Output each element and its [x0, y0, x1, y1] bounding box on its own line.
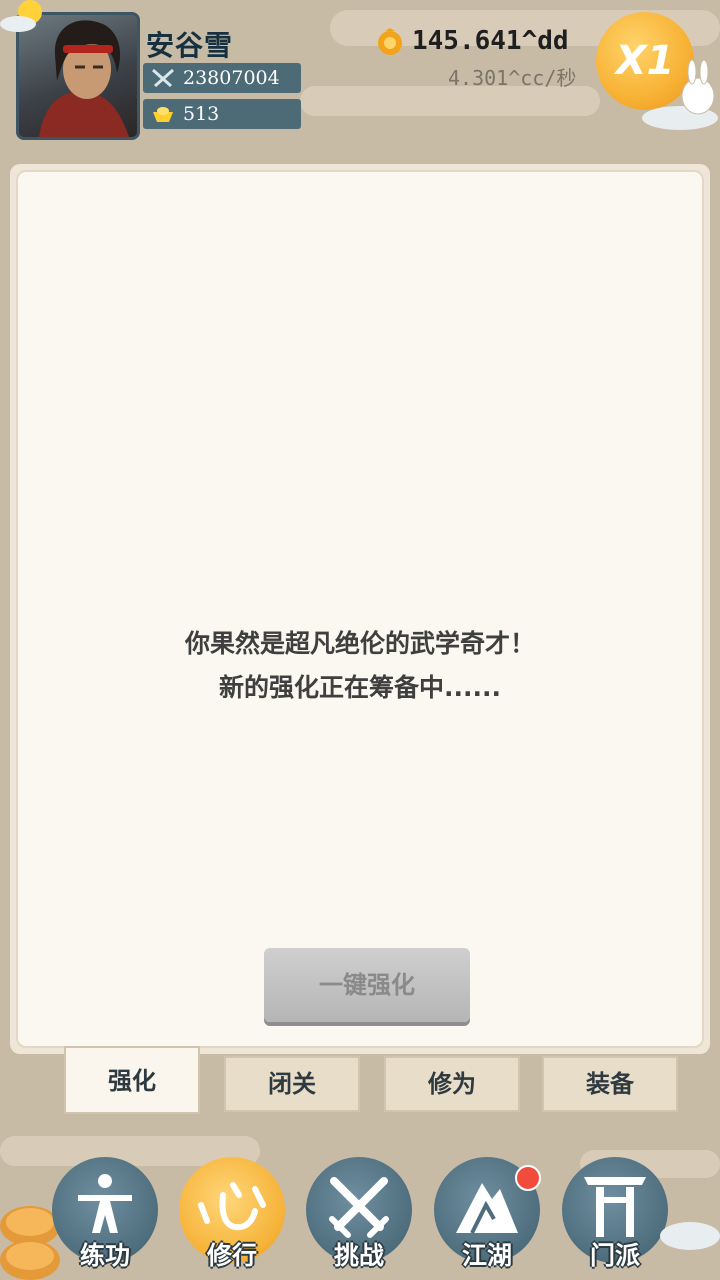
- tab-seclusion[interactable]: 闭关: [224, 1056, 360, 1112]
- nav-jianghu-label: 江湖: [461, 1241, 512, 1270]
- cloud-icon: [660, 1222, 720, 1250]
- ingot-value: 513: [183, 103, 220, 125]
- combat-power-value: 23807004: [183, 67, 280, 89]
- mountain-icon: [456, 1183, 518, 1234]
- player-name: 安谷雪: [146, 29, 234, 62]
- message-line-2: 新的强化正在筹备中......: [219, 673, 501, 702]
- message-line-1: 你果然是超凡绝伦的武学奇才！: [184, 629, 535, 658]
- tab-cultivation[interactable]: 修为: [384, 1056, 520, 1112]
- one-click-enhance-button[interactable]: 一键强化: [264, 948, 470, 1022]
- nav-practice-label: 练功: [79, 1241, 130, 1270]
- gold-pouch-icon: [378, 28, 402, 55]
- nav-challenge-label: 挑战: [333, 1241, 384, 1270]
- gold-rate: 4.301^cc/秒: [448, 66, 577, 90]
- tab-equipment[interactable]: 装备: [542, 1056, 678, 1112]
- enhance-panel: 你果然是超凡绝伦的武学奇才！ 新的强化正在筹备中...... 一键强化: [10, 164, 710, 1054]
- kungfu-figure-icon: [78, 1174, 132, 1233]
- jianghu-notification-badge: [515, 1165, 541, 1191]
- ingot-count: 513: [143, 99, 301, 129]
- enhance-panel-content: 你果然是超凡绝伦的武学奇才！ 新的强化正在筹备中...... 一键强化: [16, 170, 704, 1048]
- rabbit-mascot-icon: [642, 60, 718, 130]
- gate-icon: [584, 1177, 646, 1237]
- crossed-swords-icon: [329, 1177, 389, 1238]
- heart-glyph-icon: [198, 1182, 266, 1231]
- moon-cloud-icon: [0, 0, 42, 32]
- combat-power: 23807004: [143, 63, 301, 93]
- tab-enhance[interactable]: 强化: [64, 1046, 200, 1114]
- nav-sect-label: 门派: [589, 1241, 640, 1270]
- crossed-swords-icon: [152, 68, 174, 88]
- gold-amount: 145.641^dd: [412, 26, 569, 56]
- gold-ingot-icon: [153, 107, 173, 122]
- hero-portrait: [39, 20, 129, 137]
- nav-cultivate-label: 修行: [206, 1241, 257, 1270]
